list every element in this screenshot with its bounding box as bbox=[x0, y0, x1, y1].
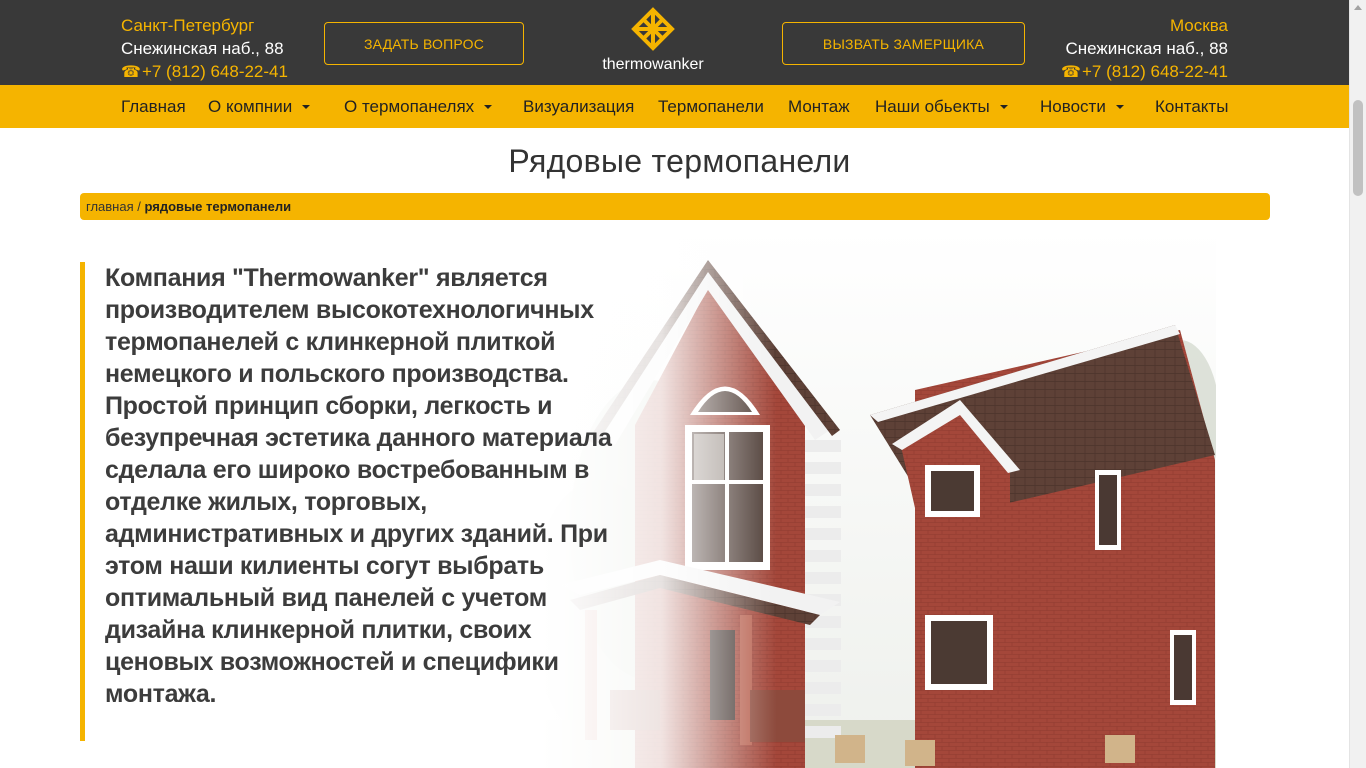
nav-item-label: О компнии bbox=[208, 97, 293, 116]
city-name: Москва bbox=[1169, 16, 1228, 35]
page-title: Рядовые термопанели bbox=[508, 143, 851, 179]
phone-number[interactable]: +7 (812) 648-22-41 bbox=[1082, 62, 1228, 81]
city-address: Снежинская наб., 88 bbox=[1065, 39, 1228, 58]
house-image bbox=[540, 230, 1216, 768]
main-nav: Главная О компнии О термопанелях Визуали… bbox=[0, 85, 1349, 128]
nav-item-home[interactable]: Главная bbox=[121, 85, 186, 128]
nav-item-visualization[interactable]: Визуализация bbox=[523, 85, 634, 128]
breadcrumb-current: рядовые термопанели bbox=[144, 199, 292, 214]
city-name: Санкт-Петербург bbox=[121, 16, 255, 35]
nav-item-label: Контакты bbox=[1155, 97, 1229, 116]
top-header: Санкт-Петербург Снежинская наб., 88 ☎+7 … bbox=[0, 0, 1349, 85]
caret-down-icon bbox=[484, 104, 493, 109]
scroll-up-arrow-icon[interactable] bbox=[1354, 5, 1362, 10]
nav-item-label: О термопанелях bbox=[344, 97, 475, 116]
city-phone[interactable]: ☎+7 (812) 648-22-41 bbox=[1061, 60, 1228, 84]
phone-number[interactable]: +7 (812) 648-22-41 bbox=[142, 62, 288, 81]
phone-icon: ☎ bbox=[121, 64, 141, 81]
phone-icon: ☎ bbox=[1061, 64, 1081, 81]
nav-item-thermopanels[interactable]: Термопанели bbox=[658, 85, 764, 128]
breadcrumb-home-link[interactable]: главная bbox=[86, 199, 134, 214]
nav-item-label: Наши обьекты bbox=[875, 97, 990, 116]
nav-item-our-objects[interactable]: Наши обьекты bbox=[875, 85, 1008, 128]
nav-item-label: Монтаж bbox=[788, 97, 850, 116]
logo-icon bbox=[631, 7, 675, 51]
nav-item-contacts[interactable]: Контакты bbox=[1155, 85, 1228, 128]
caret-down-icon bbox=[999, 104, 1008, 109]
scroll-thumb[interactable] bbox=[1353, 100, 1363, 196]
nav-item-about-panels[interactable]: О термопанелях bbox=[344, 85, 493, 128]
nav-item-label: Термопанели bbox=[658, 97, 764, 116]
nav-item-installation[interactable]: Монтаж bbox=[788, 85, 850, 128]
page: Санкт-Петербург Снежинская наб., 88 ☎+7 … bbox=[0, 0, 1349, 768]
ask-question-button[interactable]: ЗАДАТЬ ВОПРОС bbox=[324, 22, 524, 65]
call-measurer-button[interactable]: ВЫЗВАТЬ ЗАМЕРЩИКА bbox=[782, 22, 1025, 65]
nav-item-about-company[interactable]: О компнии bbox=[208, 85, 311, 128]
nav-item-label: Новости bbox=[1040, 97, 1106, 116]
breadcrumb-separator: / bbox=[133, 199, 145, 214]
caret-down-icon bbox=[1115, 104, 1124, 109]
nav-item-label: Визуализация bbox=[523, 97, 635, 116]
logo-text: thermowanker bbox=[602, 56, 704, 73]
hero-text-block: Компания "Thermowanker" является произво… bbox=[80, 262, 620, 741]
nav-item-label: Главная bbox=[121, 97, 186, 116]
city-phone[interactable]: ☎+7 (812) 648-22-41 bbox=[121, 60, 288, 84]
nav-item-news[interactable]: Новости bbox=[1040, 85, 1124, 128]
breadcrumb: главная / рядовые термопанели bbox=[80, 193, 1270, 220]
city-contact-spb: Санкт-Петербург Снежинская наб., 88 ☎+7 … bbox=[121, 14, 288, 84]
city-address: Снежинская наб., 88 bbox=[121, 39, 284, 58]
hero-description: Компания "Thermowanker" является произво… bbox=[105, 264, 612, 708]
logo[interactable]: thermowanker bbox=[590, 6, 716, 80]
city-contact-moscow: Москва Снежинская наб., 88 ☎+7 (812) 648… bbox=[1061, 14, 1228, 84]
page-scrollbar[interactable] bbox=[1349, 0, 1366, 768]
caret-down-icon bbox=[302, 104, 311, 109]
